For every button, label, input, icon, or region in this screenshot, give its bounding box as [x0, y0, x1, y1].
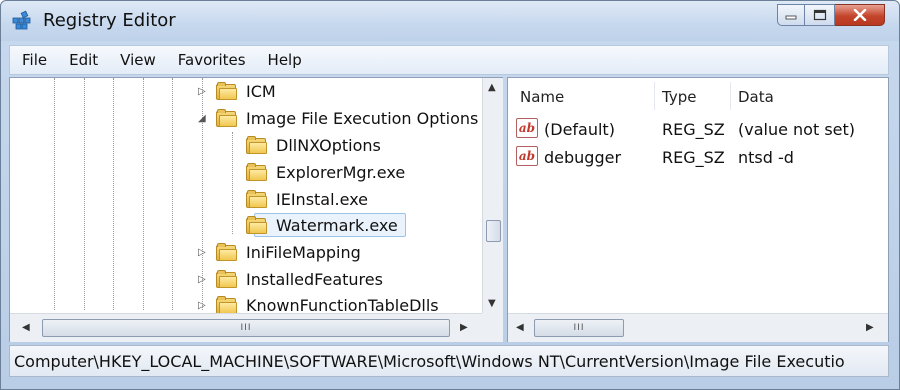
value-name: (Default): [544, 120, 615, 139]
folder-icon: [216, 296, 238, 314]
menu-edit[interactable]: Edit: [58, 51, 109, 69]
menu-view[interactable]: View: [109, 51, 167, 69]
scrollbar-corner: [482, 313, 503, 342]
values-horizontal-scrollbar[interactable]: ◀ III ▶: [508, 313, 888, 342]
column-header-name[interactable]: Name: [520, 88, 564, 106]
column-separator: [730, 82, 731, 110]
registry-editor-window: Registry Editor File Edit View Favorites…: [0, 0, 900, 390]
scroll-right-arrow-icon[interactable]: ▶: [866, 322, 874, 333]
tree-node-label: Image File Execution Options: [246, 109, 479, 128]
menu-file[interactable]: File: [10, 51, 58, 69]
maximize-button[interactable]: [805, 4, 835, 26]
expand-arrow-icon[interactable]: ▷: [198, 87, 208, 97]
folder-open-icon: [216, 109, 238, 127]
expand-arrow-icon[interactable]: ▷: [198, 301, 208, 311]
value-type: REG_SZ: [662, 148, 725, 167]
minimize-icon: [785, 15, 797, 20]
tree-node-ieinstal[interactable]: IEInstal.exe: [10, 187, 480, 213]
close-icon: [853, 9, 866, 21]
folder-icon: [246, 136, 268, 154]
scroll-right-arrow-icon[interactable]: ▶: [460, 322, 468, 333]
tree-horizontal-scroll-thumb[interactable]: III: [42, 319, 450, 337]
tree-vertical-scrollbar[interactable]: ▲ ▼: [482, 78, 503, 313]
tree-node-watermark-selected[interactable]: Watermark.exe: [10, 213, 480, 239]
tree-vertical-scroll-thumb[interactable]: [486, 220, 501, 242]
folder-icon: [246, 163, 268, 181]
scroll-left-arrow-icon[interactable]: ◀: [516, 322, 524, 333]
reg-string-value-icon: ab: [516, 146, 538, 166]
menu-bar: File Edit View Favorites Help: [9, 45, 889, 75]
expand-arrow-icon[interactable]: ▷: [198, 275, 208, 285]
scroll-left-arrow-icon[interactable]: ◀: [22, 322, 30, 333]
folder-icon: [216, 82, 238, 100]
registry-editor-icon: [12, 10, 31, 30]
minimize-button[interactable]: [777, 4, 805, 26]
close-button[interactable]: [835, 4, 885, 26]
scroll-up-arrow-icon[interactable]: ▲: [488, 82, 496, 93]
value-type: REG_SZ: [662, 120, 725, 139]
collapse-arrow-icon[interactable]: ◢: [198, 114, 208, 124]
column-header-data[interactable]: Data: [738, 88, 774, 106]
tree-node-label: Watermark.exe: [276, 216, 398, 235]
list-item-debugger[interactable]: ab debugger REG_SZ ntsd -d: [516, 144, 882, 170]
tree-node-installedfeatures[interactable]: ▷ InstalledFeatures: [10, 267, 480, 293]
key-tree-pane[interactable]: ▷ ICM ◢ Image File Execution Options Dll…: [9, 77, 503, 342]
tree-node-label: IEInstal.exe: [276, 190, 369, 209]
expand-arrow-icon[interactable]: ▷: [198, 248, 208, 258]
folder-icon: [246, 216, 268, 234]
tree-node-inifilemapping[interactable]: ▷ IniFileMapping: [10, 240, 480, 266]
tree-node-dllnxoptions[interactable]: DllNXOptions: [10, 133, 480, 159]
tree-node-label: IniFileMapping: [246, 243, 361, 262]
column-separator: [654, 82, 655, 110]
status-bar-key-path: Computer\HKEY_LOCAL_MACHINE\SOFTWARE\Mic…: [9, 345, 889, 377]
values-list-pane[interactable]: Name Type Data ab (Default) REG_SZ (valu…: [507, 77, 889, 342]
tree-horizontal-scrollbar[interactable]: ◀ III ▶: [10, 313, 482, 342]
values-horizontal-scroll-thumb[interactable]: III: [534, 319, 624, 337]
folder-icon: [216, 243, 238, 261]
maximize-icon: [813, 9, 826, 21]
window-controls: [777, 4, 885, 26]
window-title: Registry Editor: [43, 10, 176, 31]
tree-node-label: ExplorerMgr.exe: [276, 163, 406, 182]
title-bar[interactable]: Registry Editor: [1, 1, 899, 41]
folder-icon: [216, 270, 238, 288]
tree-node-label: ICM: [246, 82, 276, 101]
tree-node-explorermgr[interactable]: ExplorerMgr.exe: [10, 160, 480, 186]
tree-node-image-file-execution-options[interactable]: ◢ Image File Execution Options: [10, 106, 480, 132]
menu-favorites[interactable]: Favorites: [167, 51, 257, 69]
value-data: ntsd -d: [738, 148, 794, 167]
tree-node-label: DllNXOptions: [276, 136, 381, 155]
column-header-type[interactable]: Type: [662, 88, 696, 106]
scroll-down-arrow-icon[interactable]: ▼: [488, 298, 496, 309]
list-item-default[interactable]: ab (Default) REG_SZ (value not set): [516, 116, 882, 142]
tree-node-label: InstalledFeatures: [246, 270, 383, 289]
value-data: (value not set): [738, 120, 856, 139]
menu-help[interactable]: Help: [257, 51, 313, 69]
value-name: debugger: [544, 148, 622, 167]
reg-string-value-icon: ab: [516, 118, 538, 138]
folder-icon: [246, 190, 268, 208]
tree-node-icm[interactable]: ▷ ICM: [10, 79, 480, 105]
